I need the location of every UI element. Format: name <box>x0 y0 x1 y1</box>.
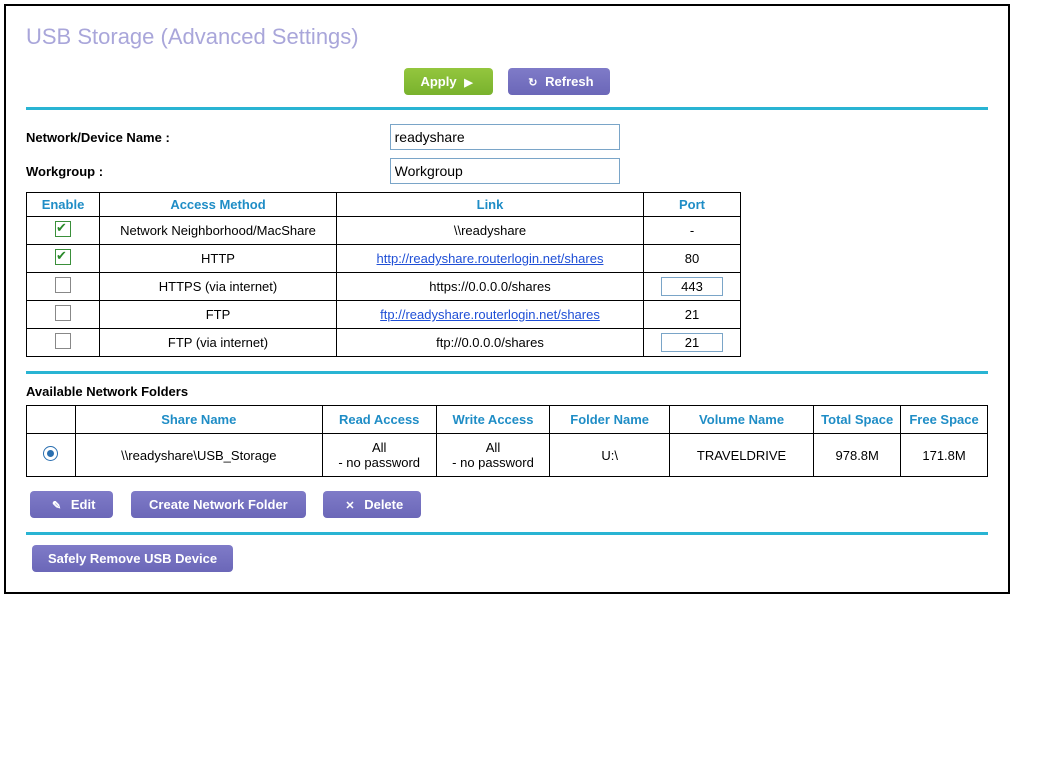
access-link[interactable]: http://readyshare.routerlogin.net/shares <box>377 251 604 266</box>
delete-button[interactable]: ✕ Delete <box>323 491 421 518</box>
free-space-cell: 171.8M <box>901 434 988 477</box>
divider <box>26 371 988 374</box>
workgroup-label: Workgroup : <box>26 164 386 179</box>
refresh-button[interactable]: ↻ Refresh <box>508 68 609 95</box>
access-link[interactable]: ftp://readyshare.routerlogin.net/shares <box>380 307 600 322</box>
header-link: Link <box>337 193 644 217</box>
device-name-row: Network/Device Name : <box>26 124 988 150</box>
table-row: HTTP http://readyshare.routerlogin.net/sh… <box>27 245 741 273</box>
access-method-cell: FTP <box>100 301 337 329</box>
divider <box>26 532 988 535</box>
header-select <box>27 406 76 434</box>
enable-checkbox[interactable] <box>55 305 71 321</box>
header-port: Port <box>644 193 741 217</box>
table-row: FTP ftp://readyshare.routerlogin.net/shar… <box>27 301 741 329</box>
refresh-label: Refresh <box>545 74 593 89</box>
header-write: Write Access <box>436 406 550 434</box>
link-cell: \\readyshare <box>337 217 644 245</box>
link-cell: ftp://readyshare.routerlogin.net/shares <box>337 301 644 329</box>
table-header-row: Enable Access Method Link Port <box>27 193 741 217</box>
folder-action-row: ✎ Edit Create Network Folder ✕ Delete <box>30 491 988 518</box>
port-cell <box>644 329 741 357</box>
port-cell: 21 <box>644 301 741 329</box>
create-label: Create Network Folder <box>149 497 288 512</box>
folders-title: Available Network Folders <box>26 384 988 399</box>
safely-remove-button[interactable]: Safely Remove USB Device <box>32 545 233 572</box>
device-name-label: Network/Device Name : <box>26 130 386 145</box>
table-row: Network Neighborhood/MacShare\\readyshar… <box>27 217 741 245</box>
enable-checkbox[interactable] <box>55 249 71 265</box>
play-icon: ▶ <box>464 76 472 89</box>
table-row: HTTPS (via internet)https://0.0.0.0/shar… <box>27 273 741 301</box>
edit-label: Edit <box>71 497 96 512</box>
link-cell: ftp://0.0.0.0/shares <box>337 329 644 357</box>
folders-table: Share Name Read Access Write Access Fold… <box>26 405 988 477</box>
top-button-row: Apply ▶ ↻ Refresh <box>26 68 988 95</box>
share-name-cell: \\readyshare\USB_Storage <box>75 434 322 477</box>
close-icon: ✕ <box>345 499 354 512</box>
delete-label: Delete <box>364 497 403 512</box>
access-method-cell: Network Neighborhood/MacShare <box>100 217 337 245</box>
settings-panel: USB Storage (Advanced Settings) Apply ▶ … <box>4 4 1010 594</box>
total-space-cell: 978.8M <box>814 434 901 477</box>
table-row: \\readyshare\USB_StorageAll- no password… <box>27 434 988 477</box>
folder-name-cell: U:\ <box>550 434 669 477</box>
access-method-cell: HTTP <box>100 245 337 273</box>
table-header-row: Share Name Read Access Write Access Fold… <box>27 406 988 434</box>
apply-button[interactable]: Apply ▶ <box>404 68 492 95</box>
row-select-radio[interactable] <box>43 446 58 461</box>
header-read: Read Access <box>322 406 436 434</box>
header-enable: Enable <box>27 193 100 217</box>
header-folder: Folder Name <box>550 406 669 434</box>
header-total: Total Space <box>814 406 901 434</box>
port-cell <box>644 273 741 301</box>
access-method-table: Enable Access Method Link Port Network N… <box>26 192 741 357</box>
table-row: FTP (via internet)ftp://0.0.0.0/shares <box>27 329 741 357</box>
page-title: USB Storage (Advanced Settings) <box>26 24 988 50</box>
port-input[interactable] <box>661 277 723 296</box>
enable-checkbox[interactable] <box>55 333 71 349</box>
apply-label: Apply <box>420 74 456 89</box>
device-name-input[interactable] <box>390 124 620 150</box>
divider <box>26 107 988 110</box>
link-cell: http://readyshare.routerlogin.net/shares <box>337 245 644 273</box>
header-free: Free Space <box>901 406 988 434</box>
link-cell: https://0.0.0.0/shares <box>337 273 644 301</box>
enable-checkbox[interactable] <box>55 277 71 293</box>
volume-name-cell: TRAVELDRIVE <box>669 434 813 477</box>
header-method: Access Method <box>100 193 337 217</box>
port-cell: - <box>644 217 741 245</box>
header-share: Share Name <box>75 406 322 434</box>
access-method-cell: HTTPS (via internet) <box>100 273 337 301</box>
bottom-row: Safely Remove USB Device <box>26 545 988 572</box>
workgroup-row: Workgroup : <box>26 158 988 184</box>
remove-label: Safely Remove USB Device <box>48 551 217 566</box>
workgroup-input[interactable] <box>390 158 620 184</box>
edit-button[interactable]: ✎ Edit <box>30 491 113 518</box>
write-access-cell: All- no password <box>436 434 550 477</box>
pencil-icon: ✎ <box>52 499 61 512</box>
access-method-cell: FTP (via internet) <box>100 329 337 357</box>
port-input[interactable] <box>661 333 723 352</box>
refresh-icon: ↻ <box>528 76 537 89</box>
port-cell: 80 <box>644 245 741 273</box>
create-folder-button[interactable]: Create Network Folder <box>131 491 306 518</box>
read-access-cell: All- no password <box>322 434 436 477</box>
header-volume: Volume Name <box>669 406 813 434</box>
enable-checkbox[interactable] <box>55 221 71 237</box>
